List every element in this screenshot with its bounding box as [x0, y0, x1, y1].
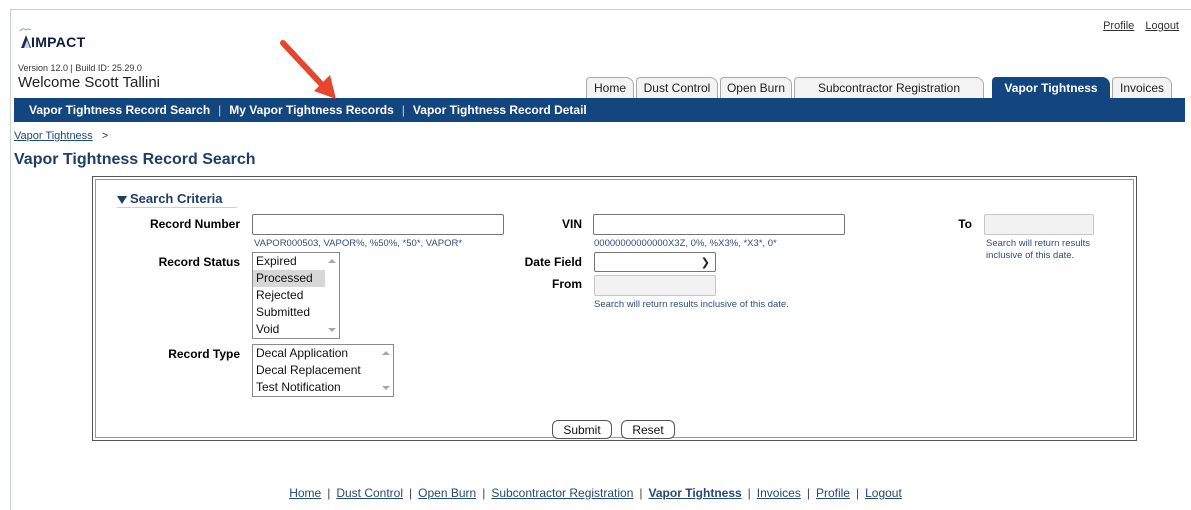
record-number-hint: VAPOR000503, VAPOR%, %50%, *50*, VAPOR*	[254, 238, 463, 249]
chevron-down-icon: ❯	[700, 257, 710, 269]
footer-separator: |	[482, 486, 486, 500]
welcome-message: Welcome Scott Tallini	[18, 74, 161, 91]
tab-invoices[interactable]: Invoices	[1112, 77, 1172, 98]
scroll-down-icon[interactable]	[328, 328, 336, 332]
footer-separator: |	[855, 486, 860, 500]
listbox-scrollbar[interactable]	[379, 345, 393, 396]
scroll-up-icon[interactable]	[328, 259, 336, 263]
red-arrow-icon	[280, 40, 336, 99]
subnav-my-records[interactable]: My Vapor Tightness Records	[229, 103, 394, 117]
record-type-listbox[interactable]: Decal Application Decal Replacement Test…	[252, 344, 394, 397]
footer-profile-link[interactable]: Profile	[816, 486, 850, 500]
to-date-input[interactable]	[984, 214, 1094, 235]
type-option-decal-application[interactable]: Decal Application	[253, 345, 393, 362]
footer-separator: |	[639, 486, 643, 500]
breadcrumb: Vapor Tightness >	[14, 130, 108, 142]
listbox-scrollbar[interactable]	[325, 253, 339, 338]
date-field-select[interactable]: ❯	[594, 252, 716, 272]
record-number-input[interactable]	[252, 214, 504, 235]
vin-hint: 00000000000000X3Z, 0%, %X3%, *X3*, 0*	[594, 238, 777, 249]
scroll-down-icon[interactable]	[382, 386, 390, 390]
page-title: Vapor Tightness Record Search	[14, 151, 256, 168]
tab-subcontractor-registration[interactable]: Subcontractor Registration	[794, 77, 984, 98]
footer-links: Home | Dust Control | Open Burn | Subcontracto…	[0, 486, 1191, 500]
tab-home[interactable]: Home	[586, 77, 634, 98]
record-number-label: Record Number	[149, 217, 240, 231]
reset-button[interactable]: Reset	[621, 420, 675, 439]
sub-navigation: Vapor Tightness Record Search | My Vapor…	[14, 98, 1185, 122]
footer-vapor-tightness-link[interactable]: Vapor Tightness	[649, 486, 742, 500]
from-date-input[interactable]	[594, 275, 716, 296]
subnav-separator: |	[218, 103, 222, 117]
search-criteria-toggle[interactable]: Search Criteria	[117, 191, 223, 206]
record-status-label: Record Status	[158, 255, 240, 269]
breadcrumb-separator: >	[101, 130, 109, 142]
submit-button[interactable]: Submit	[552, 420, 612, 439]
footer-home-link[interactable]: Home	[289, 486, 321, 500]
vin-input[interactable]	[593, 214, 845, 235]
tab-dust-control[interactable]: Dust Control	[636, 77, 718, 98]
heading-divider	[117, 207, 237, 208]
version-info: Version 12.0 | Build ID: 25.29.0	[18, 63, 142, 73]
record-type-label: Record Type	[168, 347, 240, 361]
to-hint-line1: Search will return results	[986, 238, 1091, 249]
from-hint: Search will return results inclusive of …	[594, 299, 789, 310]
type-option-test-notification[interactable]: Test Notification	[253, 379, 393, 396]
subnav-separator: |	[401, 103, 405, 117]
tab-vapor-tightness[interactable]: Vapor Tightness	[992, 77, 1110, 98]
footer-logout-link[interactable]: Logout	[865, 486, 902, 500]
vin-label: VIN	[561, 217, 582, 231]
footer-separator: |	[327, 486, 331, 500]
subnav-record-search[interactable]: Vapor Tightness Record Search	[29, 103, 210, 117]
top-links: Profile Logout	[1095, 20, 1179, 32]
search-criteria-heading: Search Criteria	[130, 191, 223, 206]
date-field-label: Date Field	[524, 255, 582, 269]
footer-subcontractor-link[interactable]: Subcontractor Registration	[491, 486, 633, 500]
footer-separator: |	[409, 486, 413, 500]
footer-dust-control-link[interactable]: Dust Control	[336, 486, 403, 500]
logo-text: IMPACT	[31, 34, 86, 50]
logout-link[interactable]: Logout	[1145, 20, 1179, 32]
breadcrumb-vapor-tightness[interactable]: Vapor Tightness	[14, 130, 93, 142]
tab-open-burn[interactable]: Open Burn	[720, 77, 792, 98]
scroll-up-icon[interactable]	[382, 351, 390, 355]
collapse-triangle-icon	[117, 196, 127, 204]
to-hint-line2: inclusive of this date.	[986, 250, 1075, 261]
footer-separator: |	[806, 486, 810, 500]
record-status-listbox[interactable]: Expired Processed Rejected Submitted Voi…	[252, 252, 340, 339]
footer-invoices-link[interactable]: Invoices	[757, 486, 801, 500]
subnav-record-detail[interactable]: Vapor Tightness Record Detail	[413, 103, 587, 117]
type-option-decal-replacement[interactable]: Decal Replacement	[253, 362, 393, 379]
from-label: From	[552, 277, 582, 291]
footer-separator: |	[747, 486, 751, 500]
footer-open-burn-link[interactable]: Open Burn	[418, 486, 476, 500]
profile-link[interactable]: Profile	[1103, 20, 1134, 32]
to-label: To	[958, 217, 972, 231]
